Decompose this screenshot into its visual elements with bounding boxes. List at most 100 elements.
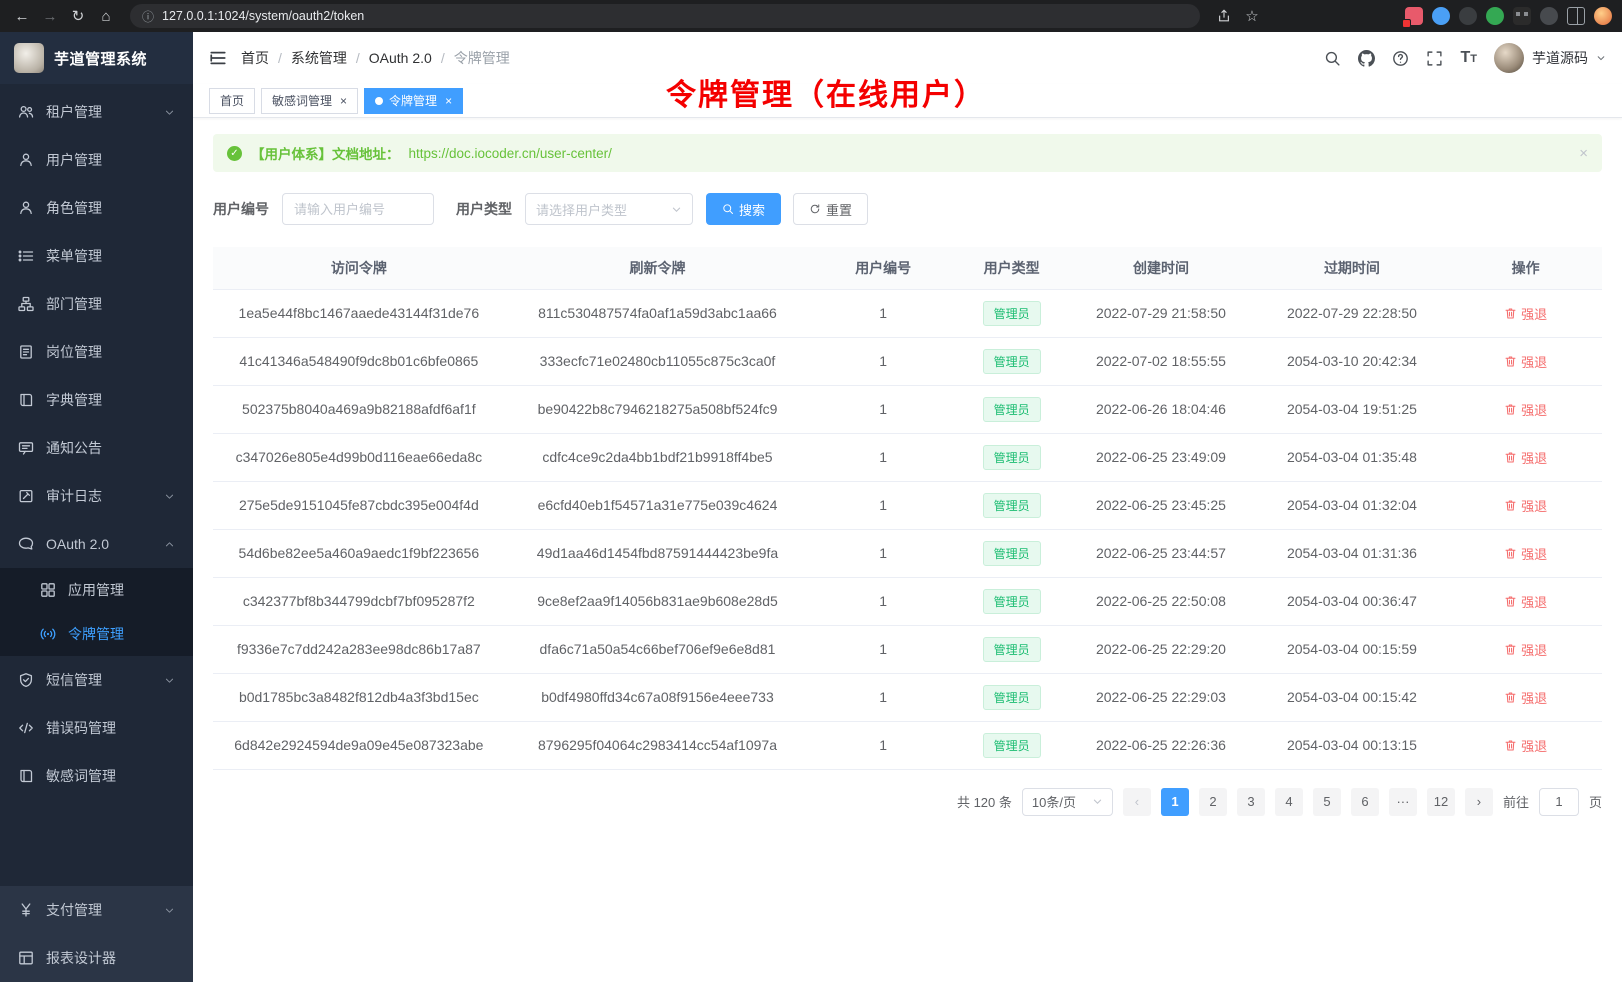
force-logout-label: 强退 bbox=[1521, 400, 1547, 419]
page-button-12[interactable]: 12 bbox=[1427, 788, 1455, 816]
browser-profile-avatar[interactable] bbox=[1594, 7, 1612, 25]
forward-icon[interactable]: → bbox=[38, 4, 62, 28]
sidebar-item-dept[interactable]: 部门管理 bbox=[0, 280, 193, 328]
site-info-icon[interactable]: ⓘ bbox=[142, 8, 154, 25]
action-cell: 强退 bbox=[1449, 385, 1602, 433]
share-icon[interactable] bbox=[1212, 4, 1236, 28]
refresh-icon bbox=[809, 203, 821, 215]
sidebar-item-oauth2-token[interactable]: 令牌管理 bbox=[0, 612, 193, 656]
page-button-5[interactable]: 5 bbox=[1313, 788, 1341, 816]
sidebar-item-oauth2-app[interactable]: 应用管理 bbox=[0, 568, 193, 612]
table-row: 6d842e2924594de9a09e45e087323abe8796295f… bbox=[213, 721, 1602, 769]
address-bar[interactable]: ⓘ 127.0.0.1:1024/system/oauth2/token bbox=[130, 4, 1200, 28]
fullscreen-icon[interactable] bbox=[1426, 50, 1443, 67]
trash-icon bbox=[1504, 643, 1517, 656]
force-logout-button[interactable]: 强退 bbox=[1504, 688, 1547, 707]
sidebar-item-oauth2[interactable]: OAuth 2.0 bbox=[0, 520, 193, 568]
extension-icon-2[interactable] bbox=[1432, 7, 1450, 25]
force-logout-button[interactable]: 强退 bbox=[1504, 448, 1547, 467]
tab-label: 首页 bbox=[220, 92, 244, 109]
bookmark-star-icon[interactable]: ☆ bbox=[1240, 4, 1264, 28]
trash-icon bbox=[1504, 403, 1517, 416]
sidebar-item-label: 令牌管理 bbox=[68, 624, 175, 644]
doc-link[interactable]: https://doc.iocoder.cn/user-center/ bbox=[409, 146, 612, 161]
table-body: 1ea5e44f8bc1467aaede43144f31de76811c5304… bbox=[213, 289, 1602, 769]
breadcrumb-item[interactable]: OAuth 2.0 bbox=[369, 50, 432, 66]
sidebar-item-user[interactable]: 用户管理 bbox=[0, 136, 193, 184]
user-id-input[interactable] bbox=[282, 193, 434, 225]
sidebar-item-notice[interactable]: 通知公告 bbox=[0, 424, 193, 472]
sidebar-item-report-designer[interactable]: 报表设计器 bbox=[0, 934, 193, 982]
sidebar-item-audit-log[interactable]: 审计日志 bbox=[0, 472, 193, 520]
action-cell: 强退 bbox=[1449, 481, 1602, 529]
split-view-icon[interactable] bbox=[1567, 7, 1585, 25]
table-header-row: 访问令牌刷新令牌用户编号用户类型创建时间过期时间操作 bbox=[213, 247, 1602, 289]
page-ellipsis[interactable]: ··· bbox=[1389, 788, 1417, 816]
access-token-cell: c347026e805e4d99b0d116eae66eda8c bbox=[213, 433, 505, 481]
github-icon[interactable] bbox=[1358, 50, 1375, 67]
create-time-cell: 2022-07-02 18:55:55 bbox=[1067, 337, 1255, 385]
sidebar-item-tenant[interactable]: 租户管理 bbox=[0, 88, 193, 136]
breadcrumb-item[interactable]: 系统管理 bbox=[291, 48, 347, 68]
back-icon[interactable]: ← bbox=[10, 4, 34, 28]
tab-close-icon[interactable]: × bbox=[340, 94, 347, 108]
help-icon[interactable] bbox=[1392, 50, 1409, 67]
search-button[interactable]: 搜索 bbox=[706, 193, 781, 225]
tab-close-icon[interactable]: × bbox=[445, 94, 452, 108]
force-logout-button[interactable]: 强退 bbox=[1504, 496, 1547, 515]
sidebar-item-error-code[interactable]: 错误码管理 bbox=[0, 704, 193, 752]
refresh-token-cell: 49d1aa46d1454fbd87591444423be9fa bbox=[505, 529, 811, 577]
breadcrumb-item[interactable]: 首页 bbox=[241, 48, 269, 68]
page-size-select[interactable]: 10条/页 bbox=[1022, 788, 1113, 816]
search-icon[interactable] bbox=[1324, 50, 1341, 67]
alert-label: 【用户体系】文档地址： bbox=[251, 143, 400, 163]
page-button-3[interactable]: 3 bbox=[1237, 788, 1265, 816]
extension-icon-5[interactable] bbox=[1513, 7, 1531, 25]
page-button-4[interactable]: 4 bbox=[1275, 788, 1303, 816]
force-logout-button[interactable]: 强退 bbox=[1504, 592, 1547, 611]
user-type-select[interactable]: 请选择用户类型 bbox=[525, 193, 693, 225]
user-type-badge: 管理员 bbox=[983, 733, 1041, 758]
sidebar-item-role[interactable]: 角色管理 bbox=[0, 184, 193, 232]
sidebar-item-label: 短信管理 bbox=[46, 670, 152, 690]
sidebar-item-sms[interactable]: 短信管理 bbox=[0, 656, 193, 704]
home-icon[interactable]: ⌂ bbox=[94, 4, 118, 28]
breadcrumb-item[interactable]: 令牌管理 bbox=[454, 48, 510, 68]
force-logout-button[interactable]: 强退 bbox=[1504, 400, 1547, 419]
app-logo[interactable]: 芋道管理系统 bbox=[0, 32, 193, 84]
page-button-2[interactable]: 2 bbox=[1199, 788, 1227, 816]
tab-敏感词管理[interactable]: 敏感词管理× bbox=[261, 88, 358, 114]
extension-icon-1[interactable] bbox=[1405, 7, 1423, 25]
sidebar-item-pay[interactable]: 支付管理 bbox=[0, 886, 193, 934]
force-logout-button[interactable]: 强退 bbox=[1504, 352, 1547, 371]
prev-page-button[interactable]: ‹ bbox=[1123, 788, 1151, 816]
tab-令牌管理[interactable]: 令牌管理× bbox=[364, 88, 463, 114]
sidebar-item-sensitive-word[interactable]: 敏感词管理 bbox=[0, 752, 193, 800]
page-button-6[interactable]: 6 bbox=[1351, 788, 1379, 816]
sidebar-item-menu[interactable]: 菜单管理 bbox=[0, 232, 193, 280]
tab-首页[interactable]: 首页 bbox=[209, 88, 255, 114]
alert-close-icon[interactable]: × bbox=[1579, 145, 1588, 162]
page-button-1[interactable]: 1 bbox=[1161, 788, 1189, 816]
reload-icon[interactable]: ↻ bbox=[66, 4, 90, 28]
force-logout-button[interactable]: 强退 bbox=[1504, 304, 1547, 323]
font-size-icon[interactable]: TT bbox=[1460, 49, 1477, 67]
sidebar-item-dict[interactable]: 字典管理 bbox=[0, 376, 193, 424]
chevron-down-icon bbox=[164, 905, 175, 916]
force-logout-button[interactable]: 强退 bbox=[1504, 544, 1547, 563]
trash-icon bbox=[1504, 355, 1517, 368]
force-logout-button[interactable]: 强退 bbox=[1504, 640, 1547, 659]
force-logout-button[interactable]: 强退 bbox=[1504, 736, 1547, 755]
next-page-button[interactable]: › bbox=[1465, 788, 1493, 816]
extension-icon-3[interactable] bbox=[1459, 7, 1477, 25]
navbar-right: TT 芋道源码 bbox=[1324, 43, 1606, 73]
reset-button[interactable]: 重置 bbox=[793, 193, 868, 225]
sidebar-item-post[interactable]: 岗位管理 bbox=[0, 328, 193, 376]
breadcrumb-separator: / bbox=[441, 50, 445, 66]
user-menu[interactable]: 芋道源码 bbox=[1494, 43, 1606, 73]
sidebar-toggle-icon[interactable] bbox=[209, 49, 227, 67]
extension-icon-6[interactable] bbox=[1540, 7, 1558, 25]
goto-page-input[interactable] bbox=[1539, 788, 1579, 816]
document-icon bbox=[18, 344, 34, 360]
extension-icon-4[interactable] bbox=[1486, 7, 1504, 25]
